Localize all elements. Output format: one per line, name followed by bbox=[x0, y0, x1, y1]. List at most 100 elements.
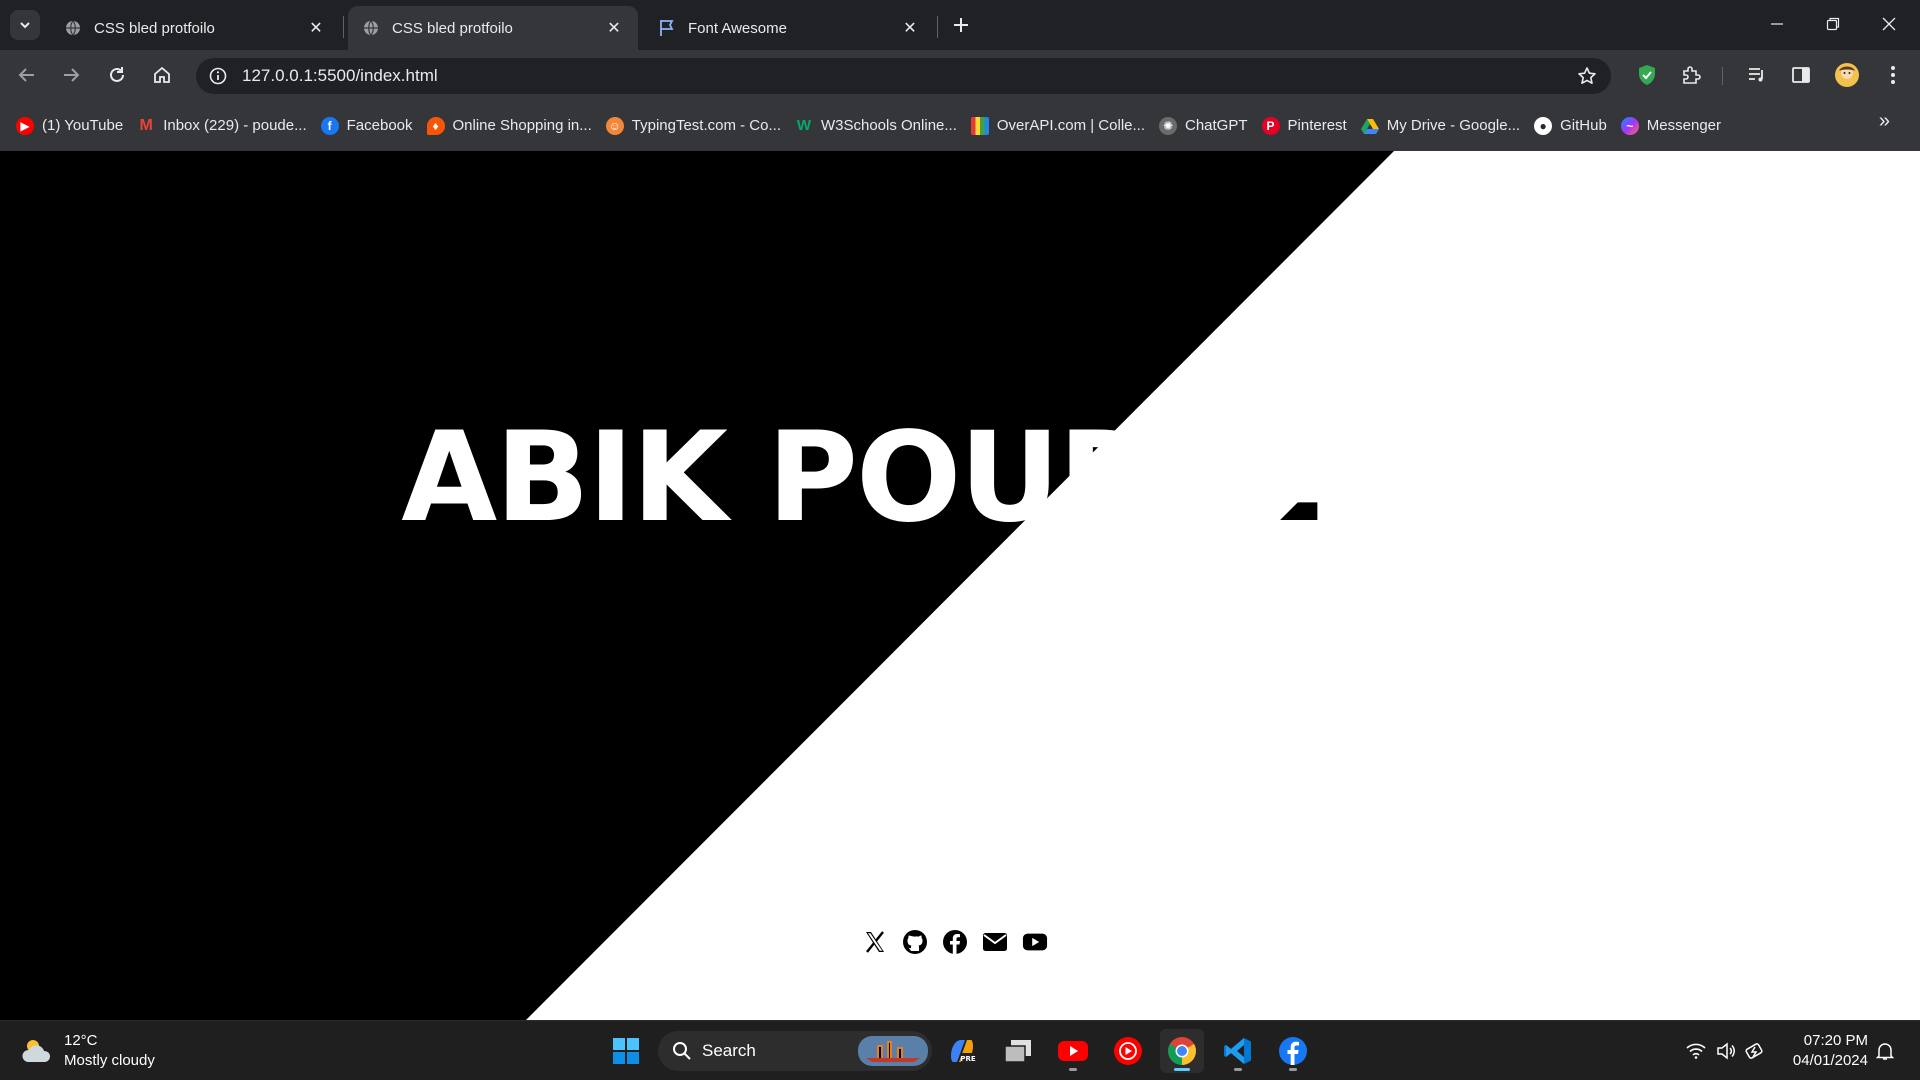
bookmark-youtube[interactable]: ▶ (1) YouTube bbox=[12, 111, 133, 141]
browser-menu-icon[interactable] bbox=[1878, 60, 1908, 90]
tab-2[interactable]: Font Awesome ✕ bbox=[644, 6, 934, 50]
tab-search-button[interactable] bbox=[10, 10, 40, 40]
task-view-icon bbox=[1004, 1040, 1031, 1063]
copilot-icon: PRE bbox=[951, 1040, 976, 1063]
restore-button[interactable] bbox=[1810, 8, 1856, 40]
extensions-puzzle-icon[interactable] bbox=[1676, 60, 1706, 90]
media-controls-icon[interactable] bbox=[1742, 60, 1772, 90]
tab-0[interactable]: CSS bled protfoilo ✕ bbox=[50, 6, 340, 50]
taskbar-clock[interactable]: 07:20 PM 04/01/2024 bbox=[1784, 1031, 1868, 1071]
weather-description: Mostly cloudy bbox=[64, 1052, 155, 1069]
running-indicator bbox=[1289, 1068, 1297, 1071]
close-window-button[interactable] bbox=[1866, 8, 1912, 40]
taskbar-search[interactable]: Search bbox=[658, 1031, 932, 1071]
w3schools-icon: W bbox=[796, 117, 812, 134]
flag-icon bbox=[658, 19, 676, 37]
minimize-icon bbox=[1771, 23, 1783, 25]
bookmark-overapi[interactable]: OverAPI.com | Colle... bbox=[967, 111, 1155, 141]
taskbar-task-view[interactable] bbox=[996, 1029, 1040, 1073]
bookmark-label: Pinterest bbox=[1287, 117, 1347, 134]
reload-icon bbox=[110, 67, 124, 82]
bookmark-label: ChatGPT bbox=[1185, 117, 1248, 134]
plus-icon bbox=[954, 18, 968, 32]
browser-toolbar: 127.0.0.1:5500/index.html bbox=[0, 50, 1920, 100]
facebook-icon[interactable] bbox=[942, 929, 968, 955]
shield-extension-icon[interactable] bbox=[1632, 60, 1662, 90]
running-indicator bbox=[1234, 1068, 1242, 1071]
close-icon[interactable]: ✕ bbox=[900, 18, 920, 38]
bookmark-label: GitHub bbox=[1560, 117, 1607, 134]
taskbar-vscode[interactable] bbox=[1216, 1029, 1260, 1073]
github-icon[interactable] bbox=[902, 929, 928, 955]
close-icon[interactable]: ✕ bbox=[604, 18, 624, 38]
bookmark-w3schools[interactable]: W W3Schools Online... bbox=[791, 111, 967, 141]
x-twitter-icon[interactable] bbox=[862, 929, 888, 955]
taskbar-copilot[interactable]: PRE bbox=[940, 1029, 984, 1073]
name-heading: ABIK POUDEL ABIK POUDEL bbox=[0, 151, 1720, 1020]
bookmark-typingtest[interactable]: ☺ TypingTest.com - Co... bbox=[602, 111, 791, 141]
chatgpt-icon: ✺ bbox=[1159, 116, 1177, 135]
envelope-icon[interactable] bbox=[982, 929, 1008, 955]
weather-temperature: 12°C bbox=[64, 1032, 98, 1049]
battery-charging-icon[interactable] bbox=[1744, 1039, 1768, 1063]
bookmark-messenger[interactable]: ~ Messenger bbox=[1617, 111, 1731, 141]
bookmark-label: Facebook bbox=[346, 117, 413, 134]
address-bar[interactable]: 127.0.0.1:5500/index.html bbox=[196, 58, 1611, 94]
gmail-icon: M bbox=[139, 116, 153, 134]
bookmark-pinterest[interactable]: P Pinterest bbox=[1258, 111, 1357, 141]
tab-separator bbox=[937, 16, 938, 38]
tab-title: Font Awesome bbox=[688, 19, 787, 37]
url-text[interactable]: 127.0.0.1:5500/index.html bbox=[242, 66, 1569, 86]
tab-title: CSS bled protfoilo bbox=[94, 19, 215, 37]
weather-widget[interactable]: 12°C Mostly cloudy bbox=[20, 1031, 155, 1071]
close-icon bbox=[1882, 17, 1896, 31]
reload-button[interactable] bbox=[102, 60, 132, 90]
volume-icon[interactable] bbox=[1714, 1039, 1738, 1063]
chrome-icon bbox=[1168, 1037, 1196, 1065]
bookmark-star-icon[interactable] bbox=[1569, 58, 1605, 94]
tab-title: CSS bled protfoilo bbox=[392, 19, 513, 37]
new-tab-button[interactable] bbox=[948, 12, 974, 38]
github-icon: ● bbox=[1534, 116, 1553, 135]
pinterest-icon: P bbox=[1261, 116, 1280, 135]
facebook-icon: f bbox=[320, 116, 339, 135]
side-panel-icon[interactable] bbox=[1786, 60, 1816, 90]
bookmark-google-drive[interactable]: My Drive - Google... bbox=[1357, 111, 1530, 141]
globe-icon bbox=[64, 19, 82, 37]
bookmark-label: W3Schools Online... bbox=[820, 117, 957, 134]
taskbar-facebook[interactable] bbox=[1271, 1029, 1315, 1073]
taskbar-chrome[interactable] bbox=[1160, 1029, 1204, 1073]
youtube-icon[interactable] bbox=[1022, 929, 1048, 955]
shopping-icon: ♦ bbox=[426, 116, 445, 135]
notification-bell-icon[interactable] bbox=[1873, 1039, 1897, 1063]
bookmark-label: My Drive - Google... bbox=[1386, 117, 1521, 134]
cloudy-weather-icon bbox=[22, 1040, 51, 1062]
typingtest-icon: ☺ bbox=[605, 116, 624, 135]
minimize-button[interactable] bbox=[1754, 8, 1800, 40]
youtube-icon: ▶ bbox=[16, 116, 34, 135]
bookmark-label: Inbox (229) - poude... bbox=[163, 117, 307, 134]
start-button[interactable] bbox=[604, 1029, 648, 1073]
facebook-icon bbox=[1279, 1037, 1307, 1065]
clock-date: 04/01/2024 bbox=[1792, 1052, 1868, 1069]
back-button[interactable] bbox=[12, 60, 42, 90]
bookmark-online-shopping[interactable]: ♦ Online Shopping in... bbox=[423, 111, 602, 141]
bookmark-github[interactable]: ● GitHub bbox=[1530, 111, 1617, 141]
chevron-double-right-icon[interactable]: » bbox=[1879, 110, 1890, 133]
bookmark-facebook[interactable]: f Facebook bbox=[317, 111, 423, 141]
arrow-right-icon bbox=[64, 68, 80, 82]
home-button[interactable] bbox=[147, 60, 177, 90]
tab-1[interactable]: CSS bled protfoilo ✕ bbox=[348, 6, 638, 50]
taskbar-youtube-music[interactable] bbox=[1106, 1029, 1150, 1073]
wifi-icon[interactable] bbox=[1684, 1039, 1708, 1063]
forward-button[interactable] bbox=[56, 60, 86, 90]
search-icon bbox=[673, 1042, 691, 1060]
bookmark-gmail[interactable]: M Inbox (229) - poude... bbox=[133, 111, 316, 141]
bookmark-chatgpt[interactable]: ✺ ChatGPT bbox=[1155, 111, 1258, 141]
close-icon[interactable]: ✕ bbox=[306, 18, 326, 38]
profile-avatar[interactable] bbox=[1832, 60, 1862, 90]
bookmark-label: (1) YouTube bbox=[42, 117, 124, 134]
overapi-icon bbox=[970, 116, 989, 135]
site-info-icon[interactable] bbox=[200, 58, 236, 94]
taskbar-youtube[interactable] bbox=[1051, 1029, 1095, 1073]
